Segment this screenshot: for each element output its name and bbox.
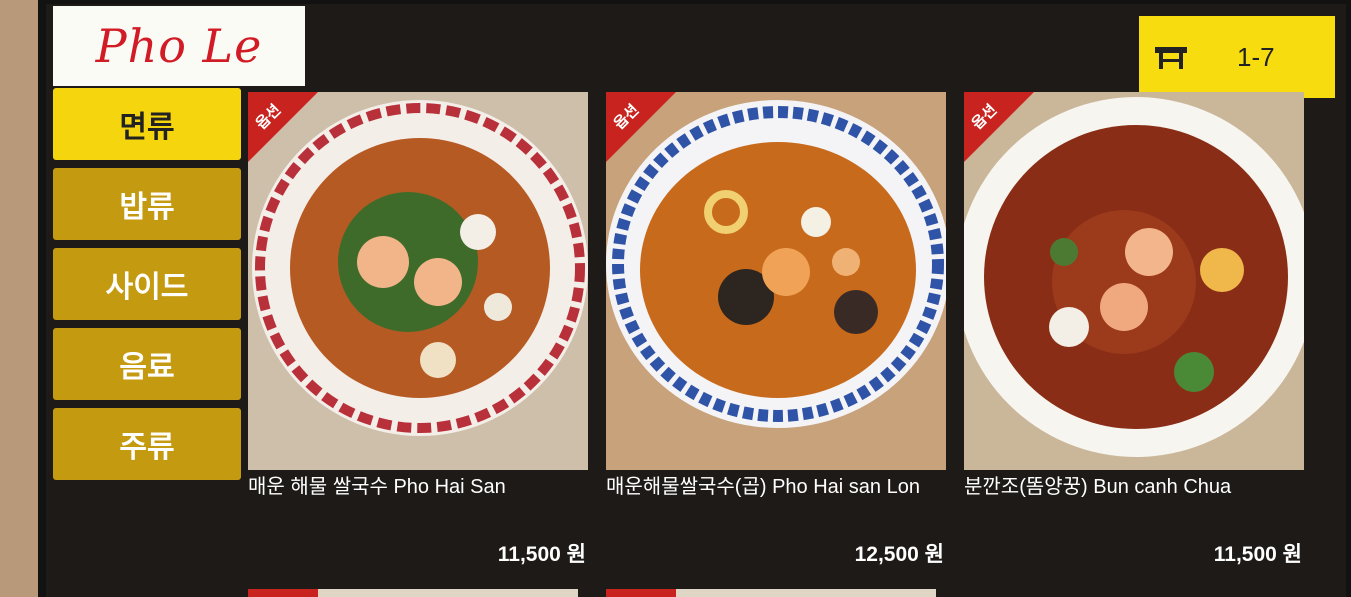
category-label: 음료	[119, 350, 175, 385]
menu-item-price: 11,500 원	[497, 543, 586, 566]
food-photo: 옵션	[964, 92, 1304, 470]
food-photo: 옵션	[606, 92, 946, 470]
brand-logo: Pho Le	[53, 6, 305, 86]
category-drinks[interactable]: 음료	[53, 328, 241, 400]
category-rice[interactable]: 밥류	[53, 168, 241, 240]
category-side[interactable]: 사이드	[53, 248, 241, 320]
menu-item-card[interactable]: 옵션 매운 해물 쌀국수 Pho Hai San 11,500 원	[248, 92, 588, 568]
menu-item-price: 11,500 원	[1213, 543, 1302, 566]
menu-item-name: 분깐조(똠양꿍) Bun canh Chua	[964, 476, 1232, 498]
menu-item-price: 12,500 원	[854, 543, 944, 566]
menu-item-name: 매운해물쌀국수(곱) Pho Hai san Lon	[606, 476, 920, 498]
menu-item-name: 매운 해물 쌀국수 Pho Hai San	[248, 476, 506, 498]
next-row-card	[606, 589, 936, 597]
category-label: 사이드	[105, 270, 189, 305]
category-label: 주류	[119, 430, 175, 465]
table-number: 1-7	[1237, 41, 1275, 72]
category-noodles[interactable]: 면류	[53, 88, 241, 160]
category-alcohol[interactable]: 주류	[53, 408, 241, 480]
next-row-card	[248, 589, 578, 597]
category-label: 밥류	[119, 190, 175, 225]
table-number-badge: 1-7	[1139, 16, 1335, 98]
menu-item-card[interactable]: 옵션 분깐조(똠양꿍) Bun canh Chua 11,500 원	[964, 92, 1304, 568]
menu-item-card[interactable]: 옵션 매운해물쌀국수(곱) Pho Hai san Lon 12,500 원	[606, 92, 946, 568]
food-photo: 옵션	[248, 92, 588, 470]
logo-text: Pho Le	[95, 19, 263, 73]
category-sidebar: 면류 밥류 사이드 음료 주류	[53, 88, 241, 488]
table-icon	[1155, 47, 1187, 69]
kiosk-screen: Pho Le 1-7 면류 밥류 사이드 음료 주류 옵션 매운 해물 쌀국수 …	[46, 4, 1346, 597]
category-label: 면류	[119, 110, 175, 145]
